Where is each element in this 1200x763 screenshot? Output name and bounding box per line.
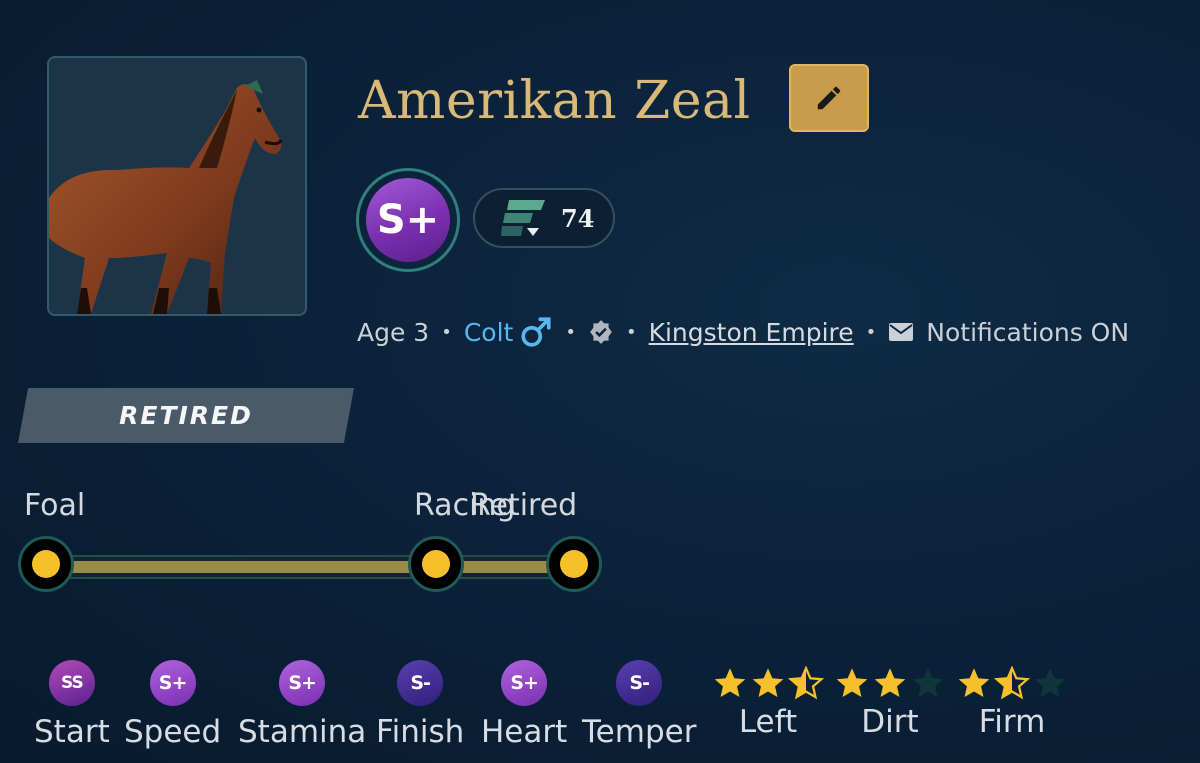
- star-full-icon: [752, 668, 784, 698]
- separator: •: [565, 321, 576, 343]
- overall-grade: S+: [366, 178, 450, 262]
- stable-link[interactable]: Kingston Empire: [649, 318, 854, 347]
- status-banner: RETIRED: [18, 388, 354, 443]
- stat-finish: S- Finish: [376, 660, 464, 750]
- timeline-node-foal: [18, 536, 74, 592]
- horse-portrait: [47, 56, 307, 316]
- pencil-icon: [817, 86, 841, 110]
- stat-grade-badge: S-: [616, 660, 663, 706]
- rating-chevron-icon: [501, 200, 545, 236]
- stat-grade-badge: S+: [149, 660, 196, 706]
- stage-label-foal: Foal: [24, 488, 86, 523]
- star-full-icon: [958, 668, 990, 698]
- star-full-icon: [874, 668, 906, 698]
- overall-grade-badge: S+: [356, 168, 460, 272]
- horse-meta: Age 3 • Colt • • Kingston Empire • Notif…: [357, 310, 1129, 354]
- edit-name-button[interactable]: [789, 64, 869, 132]
- timeline-progress: [46, 561, 574, 573]
- preference-label: Dirt: [861, 704, 919, 740]
- star-rating: [712, 666, 824, 702]
- separator: •: [441, 321, 452, 343]
- male-symbol-icon: [521, 317, 551, 347]
- stat-label: Temper: [582, 714, 697, 750]
- preference-left: Left: [712, 666, 824, 740]
- stage-label-retired: Retired: [470, 488, 578, 523]
- verified-badge-icon: [590, 320, 612, 344]
- sex-label: Colt: [463, 317, 514, 347]
- stat-start: SS Start: [34, 660, 110, 750]
- star-rating: [956, 666, 1068, 702]
- preference-label: Left: [738, 704, 798, 740]
- stat-temper: S- Temper: [582, 660, 696, 750]
- notifications-toggle[interactable]: Notifications ON: [926, 318, 1129, 347]
- stat-stamina: S+ Stamina: [238, 660, 366, 750]
- stat-label: Start: [34, 714, 110, 750]
- stat-heart: S+ Heart: [481, 660, 567, 750]
- star-half-icon: [788, 666, 824, 700]
- stat-label: Heart: [481, 714, 568, 750]
- stat-grade-badge: S+: [279, 660, 326, 706]
- separator: •: [625, 321, 637, 343]
- stat-label: Stamina: [238, 714, 367, 750]
- stat-label: Speed: [124, 714, 222, 750]
- horse-name: Amerikan Zeal: [358, 71, 751, 131]
- stat-grade-badge: SS: [48, 660, 95, 706]
- separator: •: [865, 321, 877, 343]
- star-empty-icon: [912, 668, 944, 698]
- stat-grade-badge: S+: [501, 660, 548, 706]
- stat-speed: S+ Speed: [124, 660, 221, 750]
- timeline-node-retired: [546, 536, 602, 592]
- star-rating: [834, 666, 946, 702]
- star-full-icon: [714, 668, 746, 698]
- stat-grade-badge: S-: [397, 660, 444, 706]
- age-label: Age 3: [357, 317, 430, 347]
- preference-dirt: Dirt: [834, 666, 946, 740]
- rating-pill[interactable]: 74: [473, 188, 615, 248]
- preference-firm: Firm: [956, 666, 1068, 740]
- envelope-icon: [889, 323, 914, 341]
- rating-value: 74: [561, 203, 595, 233]
- star-empty-icon: [1034, 668, 1066, 698]
- timeline-node-racing: [408, 536, 464, 592]
- horse-image: [49, 80, 283, 314]
- star-full-icon: [836, 668, 868, 698]
- stat-label: Finish: [376, 714, 465, 750]
- preference-label: Firm: [978, 704, 1046, 740]
- star-half-icon: [994, 666, 1030, 700]
